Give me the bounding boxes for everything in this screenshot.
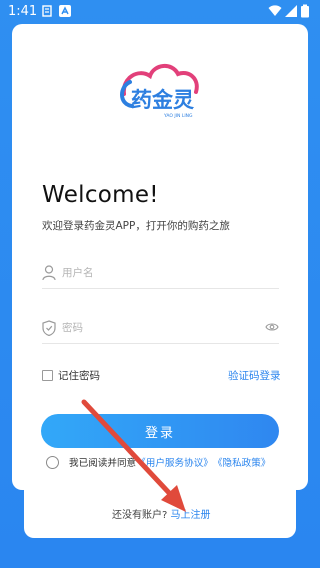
shield-icon: [42, 320, 56, 336]
status-bar: 1:41: [0, 0, 320, 24]
signal-icon: [285, 5, 297, 17]
notification-icon: [42, 5, 52, 17]
password-field: [42, 313, 279, 344]
agreement-text: 我已阅读并同意: [69, 458, 137, 469]
privacy-policy-link[interactable]: 《隐私政策》: [213, 455, 271, 469]
signup-link[interactable]: 马上注册: [171, 510, 211, 521]
welcome-subtitle: 欢迎登录药金灵APP，打开你的购药之旅: [42, 220, 230, 232]
app-notification-icon: [59, 5, 71, 17]
battery-icon: [301, 4, 309, 18]
username-field: [42, 258, 279, 289]
remember-password-option[interactable]: 记住密码: [42, 368, 100, 382]
app-logo: 药金灵 YAO JIN LING: [120, 64, 199, 119]
username-input[interactable]: [62, 264, 252, 282]
user-agreement-link[interactable]: 《用户服务协议》: [136, 455, 213, 469]
remember-password-label: 记住密码: [58, 369, 100, 382]
status-time: 1:41: [8, 4, 38, 19]
login-button[interactable]: 登录: [41, 414, 279, 448]
user-icon: [42, 265, 56, 281]
code-login-link[interactable]: 验证码登录: [228, 368, 281, 383]
signup-question: 还没有账户?: [112, 510, 168, 521]
eye-icon[interactable]: [265, 321, 279, 333]
agreement-radio[interactable]: [46, 455, 59, 469]
bottom-strip: [0, 538, 320, 568]
logo-subtitle: YAO JIN LING: [163, 113, 193, 119]
logo-wordmark: 药金灵: [131, 88, 195, 112]
remember-password-checkbox[interactable]: [42, 369, 53, 381]
agreement-row: 我已阅读并同意 《用户服务协议》 《隐私政策》: [46, 455, 270, 469]
signup-row: 还没有账户? 马上注册: [112, 506, 211, 521]
wifi-icon: [268, 5, 282, 16]
welcome-title: Welcome!: [42, 182, 159, 208]
password-input[interactable]: [62, 319, 252, 337]
